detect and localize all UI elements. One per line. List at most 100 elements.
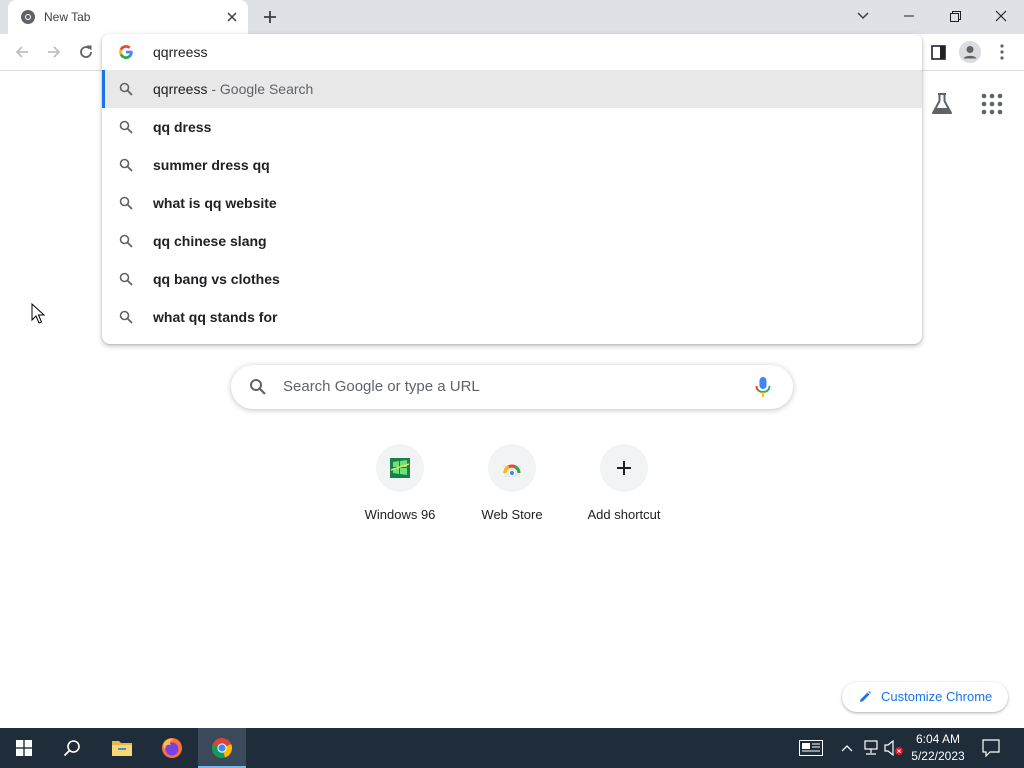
search-icon: [119, 272, 133, 286]
webstore-icon: [503, 464, 521, 477]
plus-icon: [617, 461, 631, 475]
chrome-favicon-icon: [21, 10, 35, 24]
suggestion-row[interactable]: qq bang vs clothes: [102, 260, 922, 298]
search-icon: [250, 379, 266, 395]
arrow-left-icon: [15, 46, 28, 58]
windows-logo-icon: [16, 740, 32, 756]
suggestion-text: qq dress: [153, 119, 211, 135]
side-panel-button[interactable]: [924, 38, 952, 66]
back-button[interactable]: [8, 38, 36, 66]
search-icon: [119, 120, 133, 134]
forward-button[interactable]: [40, 38, 68, 66]
suggestion-bold: qq bang vs clothes: [153, 271, 280, 287]
network-icon: [864, 740, 878, 755]
minimize-icon: [904, 15, 914, 17]
chevron-up-icon: [841, 745, 853, 752]
file-explorer-button[interactable]: [98, 728, 146, 768]
shortcut-label: Add shortcut: [587, 507, 661, 522]
close-icon: [995, 10, 1007, 22]
shortcut-windows-96[interactable]: Windows 96: [344, 444, 456, 534]
clock-date: 5/22/2023: [911, 749, 965, 763]
search-icon: [119, 158, 133, 172]
plus-icon: [264, 11, 276, 23]
network-button[interactable]: [861, 738, 881, 758]
suggestion-row[interactable]: what qq stands for: [102, 298, 922, 336]
omnibox-input-row[interactable]: qqrreess: [102, 34, 922, 70]
suggestion-bold: qq dress: [153, 119, 212, 135]
suggestion-bold: what is qq website: [153, 195, 277, 211]
tab-search-button[interactable]: [840, 0, 886, 32]
suggestion-row[interactable]: what is qq website: [102, 184, 922, 222]
suggestion-row[interactable]: summer dress qq: [102, 146, 922, 184]
microphone-icon[interactable]: [753, 376, 773, 398]
customize-chrome-button[interactable]: Customize Chrome: [842, 682, 1008, 712]
shortcut-add[interactable]: Add shortcut: [568, 444, 680, 534]
suggestion-bold: qq chinese slang: [153, 233, 267, 249]
suggestion-bold: what qq stands for: [153, 309, 278, 325]
news-icon: [799, 740, 823, 756]
news-widget-button[interactable]: [798, 738, 824, 758]
suggestion-row[interactable]: qq chinese slang: [102, 222, 922, 260]
omnibox-input[interactable]: qqrreess: [153, 44, 207, 60]
ntp-search-box[interactable]: Search Google or type a URL: [231, 365, 793, 409]
firefox-button[interactable]: [148, 728, 196, 768]
notifications-button[interactable]: [981, 738, 1001, 758]
tab-strip: New Tab: [0, 0, 1024, 34]
restore-button[interactable]: [932, 0, 978, 32]
arrow-right-icon: [48, 46, 61, 58]
mouse-cursor-icon: [31, 303, 45, 324]
omnibox-dropdown: qqrreess qqrreess - Google Search qq dre…: [102, 34, 922, 344]
volume-button[interactable]: [884, 738, 904, 758]
tab-new-tab[interactable]: New Tab: [8, 0, 248, 34]
apps-grid-icon: [981, 93, 1003, 115]
tab-close-button[interactable]: [222, 7, 242, 27]
profile-button[interactable]: [956, 38, 984, 66]
suggestion-text: qq chinese slang: [153, 233, 267, 249]
menu-button[interactable]: [988, 38, 1016, 66]
suggestion-text: qqrreess - Google Search: [153, 81, 313, 97]
search-icon: [119, 310, 133, 324]
volume-muted-icon: [884, 740, 903, 756]
shortcut-web-store[interactable]: Web Store: [456, 444, 568, 534]
suggestion-bold: summer dress qq: [153, 157, 270, 173]
show-hidden-icons-button[interactable]: [837, 738, 857, 758]
google-apps-button[interactable]: [978, 90, 1006, 118]
side-panel-icon: [930, 44, 946, 60]
taskbar-search-button[interactable]: [48, 728, 96, 768]
tab-title: New Tab: [44, 10, 91, 24]
close-window-button[interactable]: [978, 0, 1024, 32]
shortcut-tile: [600, 444, 648, 492]
suggestion-row[interactable]: qq dress: [102, 108, 922, 146]
start-button[interactable]: [0, 728, 48, 768]
kebab-menu-icon: [1000, 44, 1004, 60]
search-placeholder: Search Google or type a URL: [283, 378, 480, 395]
flask-icon: [932, 93, 952, 114]
suggestion-row[interactable]: qqrreess - Google Search: [102, 70, 922, 108]
notification-icon: [982, 739, 1000, 757]
windows-taskbar: 6:04 AM 5/22/2023: [0, 728, 1024, 768]
suggestion-query: qqrreess: [153, 81, 208, 97]
search-icon: [119, 234, 133, 248]
folder-icon: [112, 741, 132, 756]
clock-time: 6:04 AM: [915, 732, 961, 746]
google-g-icon: [119, 45, 133, 59]
suggestion-list: qqrreess - Google Search qq dress summer…: [102, 70, 922, 336]
shortcut-label: Windows 96: [364, 507, 436, 522]
search-icon: [63, 740, 80, 757]
customize-label: Customize Chrome: [881, 689, 993, 704]
reload-button[interactable]: [72, 38, 100, 66]
chrome-taskbar-button[interactable]: [198, 728, 246, 768]
search-icon: [119, 82, 133, 96]
avatar-icon: [959, 41, 981, 63]
pencil-icon: [860, 691, 871, 702]
suggestion-text: summer dress qq: [153, 157, 270, 173]
suggestion-text: qq bang vs clothes: [153, 271, 280, 287]
system-clock[interactable]: 6:04 AM 5/22/2023: [906, 731, 970, 765]
new-tab-button[interactable]: [256, 5, 284, 29]
suggestion-suffix: - Google Search: [207, 81, 314, 97]
shortcut-tile: [376, 444, 424, 492]
restore-icon: [949, 10, 961, 22]
minimize-button[interactable]: [886, 0, 932, 32]
shortcut-tile: [488, 444, 536, 492]
labs-button[interactable]: [928, 90, 956, 118]
